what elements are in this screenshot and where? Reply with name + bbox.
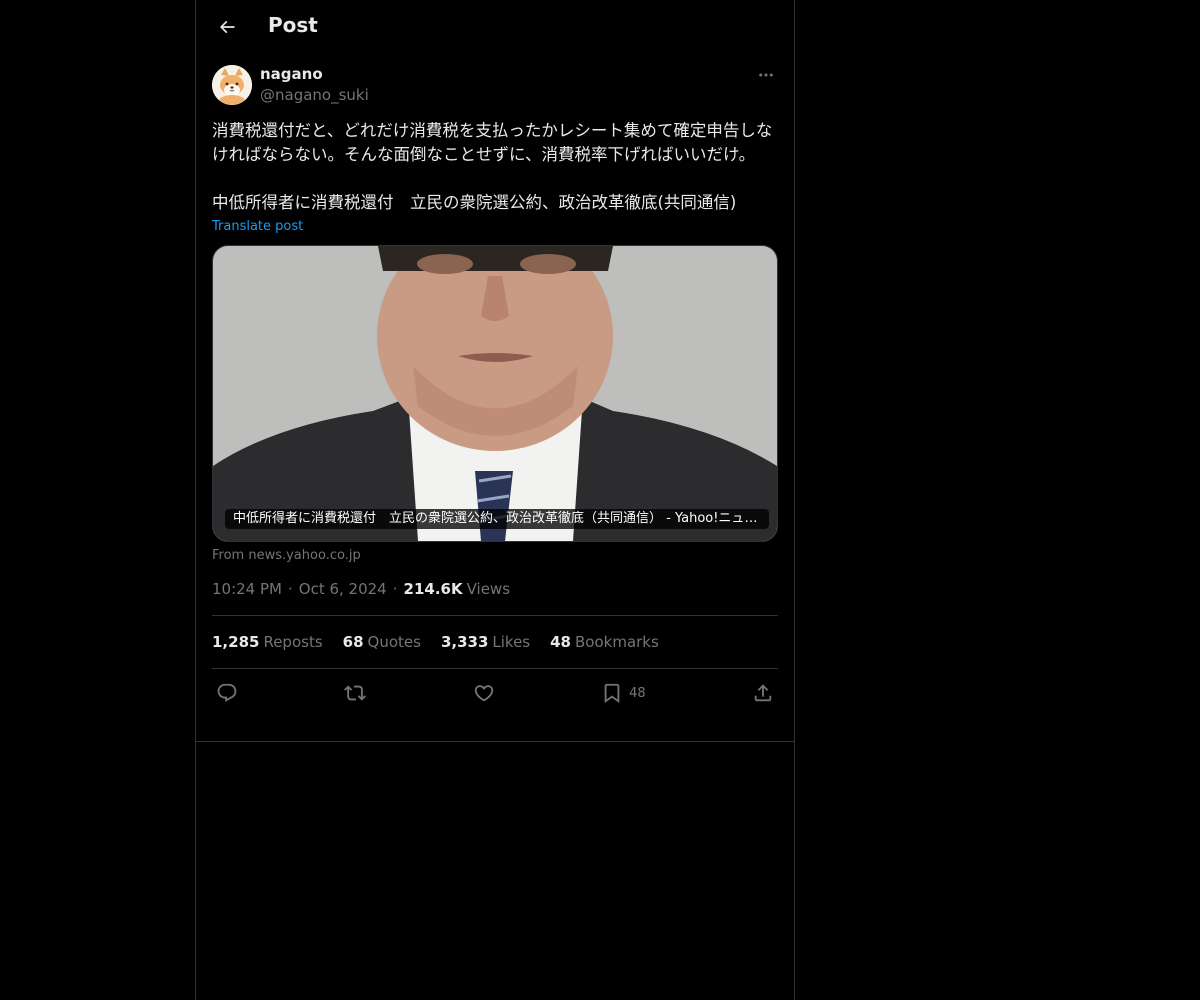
meta-separator: · [392, 580, 398, 598]
likes-label: Likes [492, 633, 531, 651]
repost-button[interactable] [344, 682, 367, 704]
dog-avatar-icon [212, 65, 252, 105]
post-text: 消費税還付だと、どれだけ消費税を支払ったかレシート集めて確定申告しなければならな… [212, 121, 773, 212]
post-bottom-border [196, 741, 794, 742]
author-handle[interactable]: @nagano_suki [260, 86, 369, 104]
like-icon [474, 685, 493, 702]
reply-button[interactable] [216, 682, 238, 704]
card-caption: 中低所得者に消費税還付 立民の衆院選公約、政治改革徹底（共同通信） - Yaho… [225, 509, 769, 529]
bookmarks-stat[interactable]: 48 Bookmarks [550, 633, 659, 651]
author-display-name[interactable]: nagano [260, 65, 323, 83]
engagement-stats: 1,285 Reposts 68 Quotes 3,333 Likes 48 Bookm… [212, 616, 778, 668]
repost-icon [344, 685, 367, 701]
translate-post-link[interactable]: Translate post [212, 219, 303, 234]
bookmark-count: 48 [629, 685, 646, 701]
post-date[interactable]: Oct 6, 2024 [299, 580, 387, 598]
likes-count: 3,333 [440, 633, 489, 651]
quotes-stat[interactable]: 68 Quotes [343, 633, 421, 651]
reposts-stat[interactable]: 1,285 Reposts [212, 633, 323, 651]
post-meta: 10:24 PM · Oct 6, 2024 · 214.6K Views [212, 579, 778, 599]
reply-icon [217, 683, 237, 702]
page-header: Post [196, 0, 794, 53]
bookmarks-count: 48 [550, 633, 571, 651]
likes-stat[interactable]: 3,333 Likes [441, 633, 530, 651]
avatar[interactable] [212, 65, 252, 105]
post-time[interactable]: 10:24 PM [212, 580, 282, 598]
author-row: nagano @nagano_suki [212, 63, 778, 111]
share-icon [754, 684, 772, 702]
card-source[interactable]: From news.yahoo.co.jp [212, 548, 778, 563]
quotes-label: Quotes [367, 633, 421, 651]
share-button[interactable] [752, 682, 774, 704]
views-count: 214.6K [403, 580, 463, 598]
meta-separator: · [287, 580, 293, 598]
reposts-label: Reposts [263, 633, 323, 651]
more-icon [759, 73, 773, 77]
reposts-count: 1,285 [212, 633, 260, 651]
bookmarks-label: Bookmarks [575, 633, 659, 651]
back-arrow-icon [219, 20, 235, 34]
link-card[interactable]: 中低所得者に消費税還付 立民の衆院選公約、政治改革徹底（共同通信） - Yaho… [212, 245, 778, 542]
page-title: Post [268, 13, 318, 37]
like-button[interactable] [473, 682, 495, 704]
action-bar: 48 [212, 669, 778, 717]
card-image [213, 246, 777, 541]
main-column: Post nagano @nagano_suki 消費税還付だと、どれだけ消費税… [195, 0, 795, 1000]
views-label: Views [466, 580, 511, 598]
quotes-count: 68 [342, 633, 364, 651]
more-button[interactable] [754, 63, 778, 87]
bookmark-button[interactable]: 48 [601, 682, 646, 704]
back-button[interactable] [212, 12, 242, 42]
post: nagano @nagano_suki 消費税還付だと、どれだけ消費税を支払った… [212, 63, 778, 717]
bookmark-icon [604, 683, 620, 704]
